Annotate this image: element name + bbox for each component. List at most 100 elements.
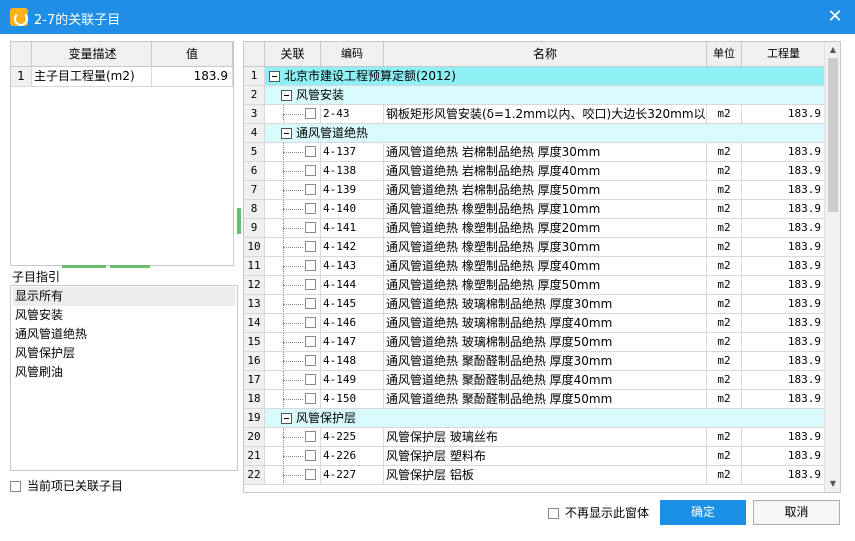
column-header-desc[interactable]: 变量描述 (32, 42, 152, 66)
item-quantity[interactable]: 183.9 (742, 390, 826, 408)
vertical-scrollbar[interactable]: ▲ ▼ (824, 42, 840, 492)
item-quantity[interactable]: 183.9 (742, 466, 826, 484)
variable-value[interactable]: 183.9 (152, 67, 233, 86)
item-quantity[interactable]: 183.9 (742, 371, 826, 389)
scroll-up-icon[interactable]: ▲ (825, 42, 840, 58)
collapse-icon[interactable] (281, 413, 292, 424)
link-checkbox[interactable] (305, 450, 316, 461)
splitter-handle[interactable] (62, 265, 106, 268)
table-row[interactable]: 20 4-225 风管保护层 玻璃丝布 m2 183.9 (244, 428, 826, 447)
item-quantity[interactable]: 183.9 (742, 219, 826, 237)
link-checkbox[interactable] (305, 298, 316, 309)
link-checkbox[interactable] (305, 431, 316, 442)
item-quantity[interactable]: 183.9 (742, 428, 826, 446)
link-checkbox[interactable] (305, 260, 316, 271)
table-row[interactable]: 6 4-138 通风管道绝热 岩棉制品绝热 厚度40mm m2 183.9 (244, 162, 826, 181)
table-row[interactable]: 21 4-226 风管保护层 塑料布 m2 183.9 (244, 447, 826, 466)
table-row[interactable]: 3 2-43 钢板矩形风管安装(δ=1.2mm以内、咬口)大边长320mm以内 m2 1… (244, 105, 826, 124)
scroll-down-icon[interactable]: ▼ (825, 476, 840, 492)
column-header-name[interactable]: 名称 (384, 42, 707, 66)
linked-only-checkbox[interactable] (10, 481, 21, 492)
group-row[interactable]: 19 风管保护层 (244, 409, 826, 428)
item-quantity[interactable]: 183.9 (742, 162, 826, 180)
item-quantity[interactable]: 183.9 (742, 333, 826, 351)
row-index: 20 (244, 428, 265, 446)
tree-line (283, 475, 303, 476)
item-quantity[interactable]: 183.9 (742, 295, 826, 313)
table-row[interactable]: 22 4-227 风管保护层 铝板 m2 183.9 (244, 466, 826, 485)
column-header-value[interactable]: 值 (152, 42, 233, 66)
variable-desc: 主子目工程量(m2) (32, 67, 152, 86)
guide-item[interactable]: 风管安装 (11, 306, 237, 325)
link-checkbox[interactable] (305, 469, 316, 480)
item-quantity[interactable]: 183.9 (742, 143, 826, 161)
collapse-icon[interactable] (281, 90, 292, 101)
splitter-handle[interactable] (110, 265, 150, 268)
item-quantity[interactable]: 183.9 (742, 257, 826, 275)
table-row[interactable]: 11 4-143 通风管道绝热 橡塑制品绝热 厚度40mm m2 183.9 (244, 257, 826, 276)
table-row[interactable]: 13 4-145 通风管道绝热 玻璃棉制品绝热 厚度30mm m2 183.9 (244, 295, 826, 314)
guide-item[interactable]: 风管刷油 (11, 363, 237, 382)
column-header-link[interactable]: 关联 (265, 42, 321, 66)
table-row[interactable]: 9 4-141 通风管道绝热 橡塑制品绝热 厚度20mm m2 183.9 (244, 219, 826, 238)
collapse-icon[interactable] (281, 128, 292, 139)
link-checkbox[interactable] (305, 279, 316, 290)
link-checkbox[interactable] (305, 165, 316, 176)
column-header-unit[interactable]: 单位 (707, 42, 742, 66)
link-checkbox[interactable] (305, 355, 316, 366)
group-row[interactable]: 2 风管安装 (244, 86, 826, 105)
table-row[interactable]: 7 4-139 通风管道绝热 岩棉制品绝热 厚度50mm m2 183.9 (244, 181, 826, 200)
tree-line (283, 399, 303, 400)
table-row[interactable]: 16 4-148 通风管道绝热 聚酚醛制品绝热 厚度30mm m2 183.9 (244, 352, 826, 371)
table-row[interactable]: 1 主子目工程量(m2) 183.9 (11, 67, 233, 87)
linked-only-option[interactable]: 当前项已关联子目 (10, 478, 123, 494)
link-checkbox[interactable] (305, 241, 316, 252)
guide-item[interactable]: 风管保护层 (11, 344, 237, 363)
tree-line (283, 380, 303, 381)
table-row[interactable]: 5 4-137 通风管道绝热 岩棉制品绝热 厚度30mm m2 183.9 (244, 143, 826, 162)
close-icon[interactable]: ✕ (815, 0, 855, 34)
guide-item[interactable]: 通风管道绝热 (11, 325, 237, 344)
table-row[interactable]: 10 4-142 通风管道绝热 橡塑制品绝热 厚度30mm m2 183.9 (244, 238, 826, 257)
group-name: 通风管道绝热 (296, 126, 369, 140)
collapse-icon[interactable] (269, 71, 280, 82)
group-row[interactable]: 4 通风管道绝热 (244, 124, 826, 143)
dont-show-option[interactable]: 不再显示此窗体 (548, 505, 649, 521)
dont-show-checkbox[interactable] (548, 508, 559, 519)
ok-button[interactable]: 确定 (660, 500, 746, 525)
link-checkbox[interactable] (305, 222, 316, 233)
item-quantity[interactable]: 183.9 (742, 447, 826, 465)
item-name: 通风管道绝热 橡塑制品绝热 厚度30mm (384, 238, 707, 256)
link-checkbox[interactable] (305, 146, 316, 157)
column-header-code[interactable]: 编码 (321, 42, 384, 66)
link-checkbox[interactable] (305, 108, 316, 119)
group-row[interactable]: 1 北京市建设工程预算定额(2012) (244, 67, 826, 86)
link-checkbox[interactable] (305, 374, 316, 385)
table-row[interactable]: 8 4-140 通风管道绝热 橡塑制品绝热 厚度10mm m2 183.9 (244, 200, 826, 219)
table-row[interactable]: 14 4-146 通风管道绝热 玻璃棉制品绝热 厚度40mm m2 183.9 (244, 314, 826, 333)
table-row[interactable]: 17 4-149 通风管道绝热 聚酚醛制品绝热 厚度40mm m2 183.9 (244, 371, 826, 390)
item-name: 风管保护层 塑料布 (384, 447, 707, 465)
item-quantity[interactable]: 183.9 (742, 238, 826, 256)
item-quantity[interactable]: 183.9 (742, 352, 826, 370)
cancel-button[interactable]: 取消 (753, 500, 840, 525)
table-row[interactable]: 18 4-150 通风管道绝热 聚酚醛制品绝热 厚度50mm m2 183.9 (244, 390, 826, 409)
guide-item[interactable]: 显示所有 (13, 287, 235, 306)
item-quantity[interactable]: 183.9 (742, 200, 826, 218)
link-checkbox[interactable] (305, 203, 316, 214)
item-quantity[interactable]: 183.9 (742, 276, 826, 294)
item-quantity[interactable]: 183.9 (742, 314, 826, 332)
item-quantity[interactable]: 183.9 (742, 181, 826, 199)
splitter-handle[interactable] (237, 208, 241, 234)
item-quantity[interactable]: 183.9 (742, 105, 826, 123)
group-cell: 通风管道绝热 (265, 124, 826, 142)
row-index: 7 (244, 181, 265, 199)
scroll-thumb[interactable] (828, 58, 838, 212)
link-checkbox[interactable] (305, 184, 316, 195)
table-row[interactable]: 15 4-147 通风管道绝热 玻璃棉制品绝热 厚度50mm m2 183.9 (244, 333, 826, 352)
table-row[interactable]: 12 4-144 通风管道绝热 橡塑制品绝热 厚度50mm m2 183.9 (244, 276, 826, 295)
link-checkbox[interactable] (305, 317, 316, 328)
link-checkbox[interactable] (305, 393, 316, 404)
link-checkbox[interactable] (305, 336, 316, 347)
column-header-quantity[interactable]: 工程量 (742, 42, 826, 66)
